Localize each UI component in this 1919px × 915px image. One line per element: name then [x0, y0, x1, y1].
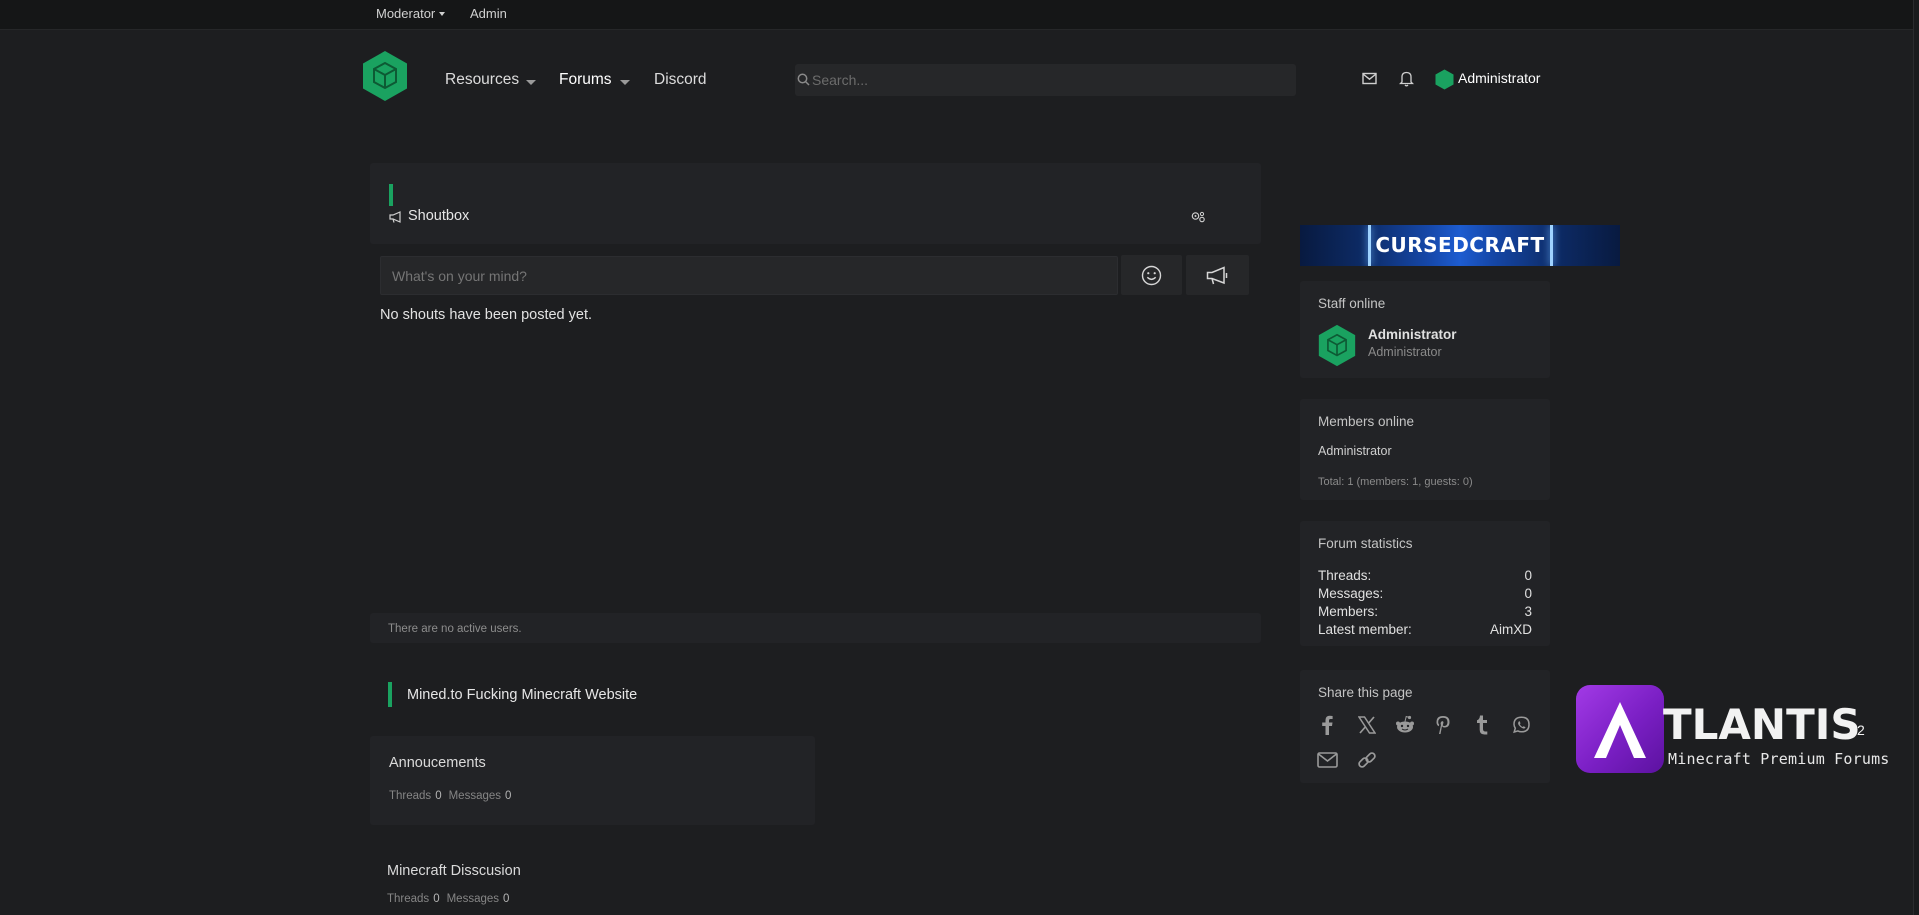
widget-title: Share this page: [1318, 685, 1413, 700]
avatar[interactable]: [1435, 69, 1454, 93]
search-icon: [797, 73, 810, 89]
latest-member-link[interactable]: AimXD: [1490, 622, 1532, 637]
stat-value: 0: [1524, 568, 1532, 583]
chevron-down-icon[interactable]: [526, 80, 536, 85]
category-title[interactable]: Mined.to Fucking Minecraft Website: [407, 687, 637, 703]
stat-label: Members:: [1318, 604, 1379, 619]
forum-stats: Threads 0 Messages 0: [387, 893, 516, 905]
staff-role: Administrator: [1368, 345, 1442, 359]
atlantis-logo-icon: [1576, 685, 1664, 773]
staff-online-widget: Staff online Administrator Administrator: [1300, 281, 1550, 378]
admin-link[interactable]: Admin: [470, 6, 507, 21]
email-icon[interactable]: [1317, 752, 1338, 771]
mail-icon[interactable]: [1362, 72, 1377, 88]
messages-count: 0: [505, 790, 512, 802]
tumblr-icon[interactable]: [1475, 715, 1488, 738]
threads-count: 0: [433, 893, 440, 905]
watermark-brand: TLANTIS: [1663, 700, 1861, 749]
logo-cube-icon[interactable]: [362, 50, 408, 102]
chevron-down-icon[interactable]: [620, 80, 630, 85]
smiley-icon: [1141, 265, 1162, 289]
stat-value: 0: [1524, 586, 1532, 601]
post-shout-button[interactable]: [1186, 255, 1249, 295]
staff-name[interactable]: Administrator: [1368, 327, 1457, 342]
nav-resources[interactable]: Resources: [445, 71, 519, 89]
whatsapp-icon[interactable]: [1512, 715, 1531, 737]
stat-label: Latest member:: [1318, 622, 1412, 637]
accent-bar: [389, 184, 393, 206]
banner-text: CURSEDCRAFT: [1375, 233, 1545, 257]
threads-label: Threads: [389, 790, 432, 802]
emoji-button[interactable]: [1121, 255, 1182, 295]
nav-forums[interactable]: Forums: [559, 71, 612, 89]
messages-count: 0: [503, 893, 510, 905]
forum-node: Annoucements Threads 0 Messages 0: [370, 736, 815, 825]
active-users-bar: There are no active users.: [370, 613, 1261, 643]
accent-bar: [388, 682, 392, 707]
shoutbox-empty-text: No shouts have been posted yet.: [380, 307, 593, 323]
forum-node: Minecraft Disscusion Threads 0 Messages 0: [370, 845, 815, 915]
x-icon[interactable]: [1357, 716, 1377, 737]
stat-value: 3: [1524, 604, 1532, 619]
messages-label: Messages: [448, 790, 502, 802]
stat-messages: Messages: 0: [1318, 586, 1532, 601]
link-icon[interactable]: [1357, 750, 1377, 773]
scrollbar[interactable]: [1913, 0, 1919, 915]
reddit-icon[interactable]: [1395, 715, 1415, 737]
forum-title[interactable]: Annoucements: [389, 755, 486, 771]
share-widget: Share this page: [1300, 670, 1550, 783]
members-online-widget: Members online Administrator Total: 1 (m…: [1300, 399, 1550, 500]
bell-icon[interactable]: [1398, 70, 1415, 90]
moderator-menu[interactable]: Moderator: [376, 6, 446, 21]
shoutbox-header: Shoutbox: [370, 163, 1261, 244]
moderator-label: Moderator: [376, 6, 436, 21]
forum-stats: Threads 0 Messages 0: [389, 790, 518, 802]
stat-latest-member: Latest member: AimXD: [1318, 622, 1532, 637]
forum-statistics-widget: Forum statistics Threads: 0 Messages: 0 Me…: [1300, 521, 1550, 646]
nav-discord[interactable]: Discord: [654, 71, 707, 89]
threads-count: 0: [435, 790, 442, 802]
stat-members: Members: 3: [1318, 604, 1532, 619]
widget-title: Staff online: [1318, 296, 1386, 311]
online-member[interactable]: Administrator: [1318, 444, 1392, 458]
user-menu-name[interactable]: Administrator: [1458, 70, 1540, 86]
avatar[interactable]: [1318, 324, 1356, 370]
staff-bar: Moderator Admin: [0, 0, 1919, 30]
online-total: Total: 1 (members: 1, guests: 0): [1318, 476, 1473, 488]
threads-label: Threads: [387, 893, 430, 905]
active-users-text: There are no active users.: [388, 623, 522, 635]
megaphone-icon: [1206, 266, 1229, 288]
chevron-down-icon: [439, 12, 446, 16]
stat-label: Messages:: [1318, 586, 1384, 601]
facebook-icon[interactable]: [1320, 715, 1334, 738]
pinterest-icon[interactable]: [1435, 715, 1451, 738]
messages-label: Messages: [446, 893, 500, 905]
shoutbox-title: Shoutbox: [408, 208, 470, 224]
watermark-superscript: 2: [1857, 722, 1865, 738]
forum-title[interactable]: Minecraft Disscusion: [387, 863, 521, 879]
stat-label: Threads:: [1318, 568, 1372, 583]
cursedcraft-banner[interactable]: CURSEDCRAFT: [1300, 225, 1620, 266]
widget-title: Members online: [1318, 414, 1415, 429]
settings-icon[interactable]: [1190, 210, 1206, 227]
megaphone-icon: [389, 210, 403, 226]
widget-title: Forum statistics: [1318, 536, 1413, 551]
search-input[interactable]: [795, 64, 1296, 96]
watermark-tagline: Minecraft Premium Forums: [1668, 750, 1890, 768]
shout-input[interactable]: [380, 256, 1118, 295]
stat-threads: Threads: 0: [1318, 568, 1532, 583]
